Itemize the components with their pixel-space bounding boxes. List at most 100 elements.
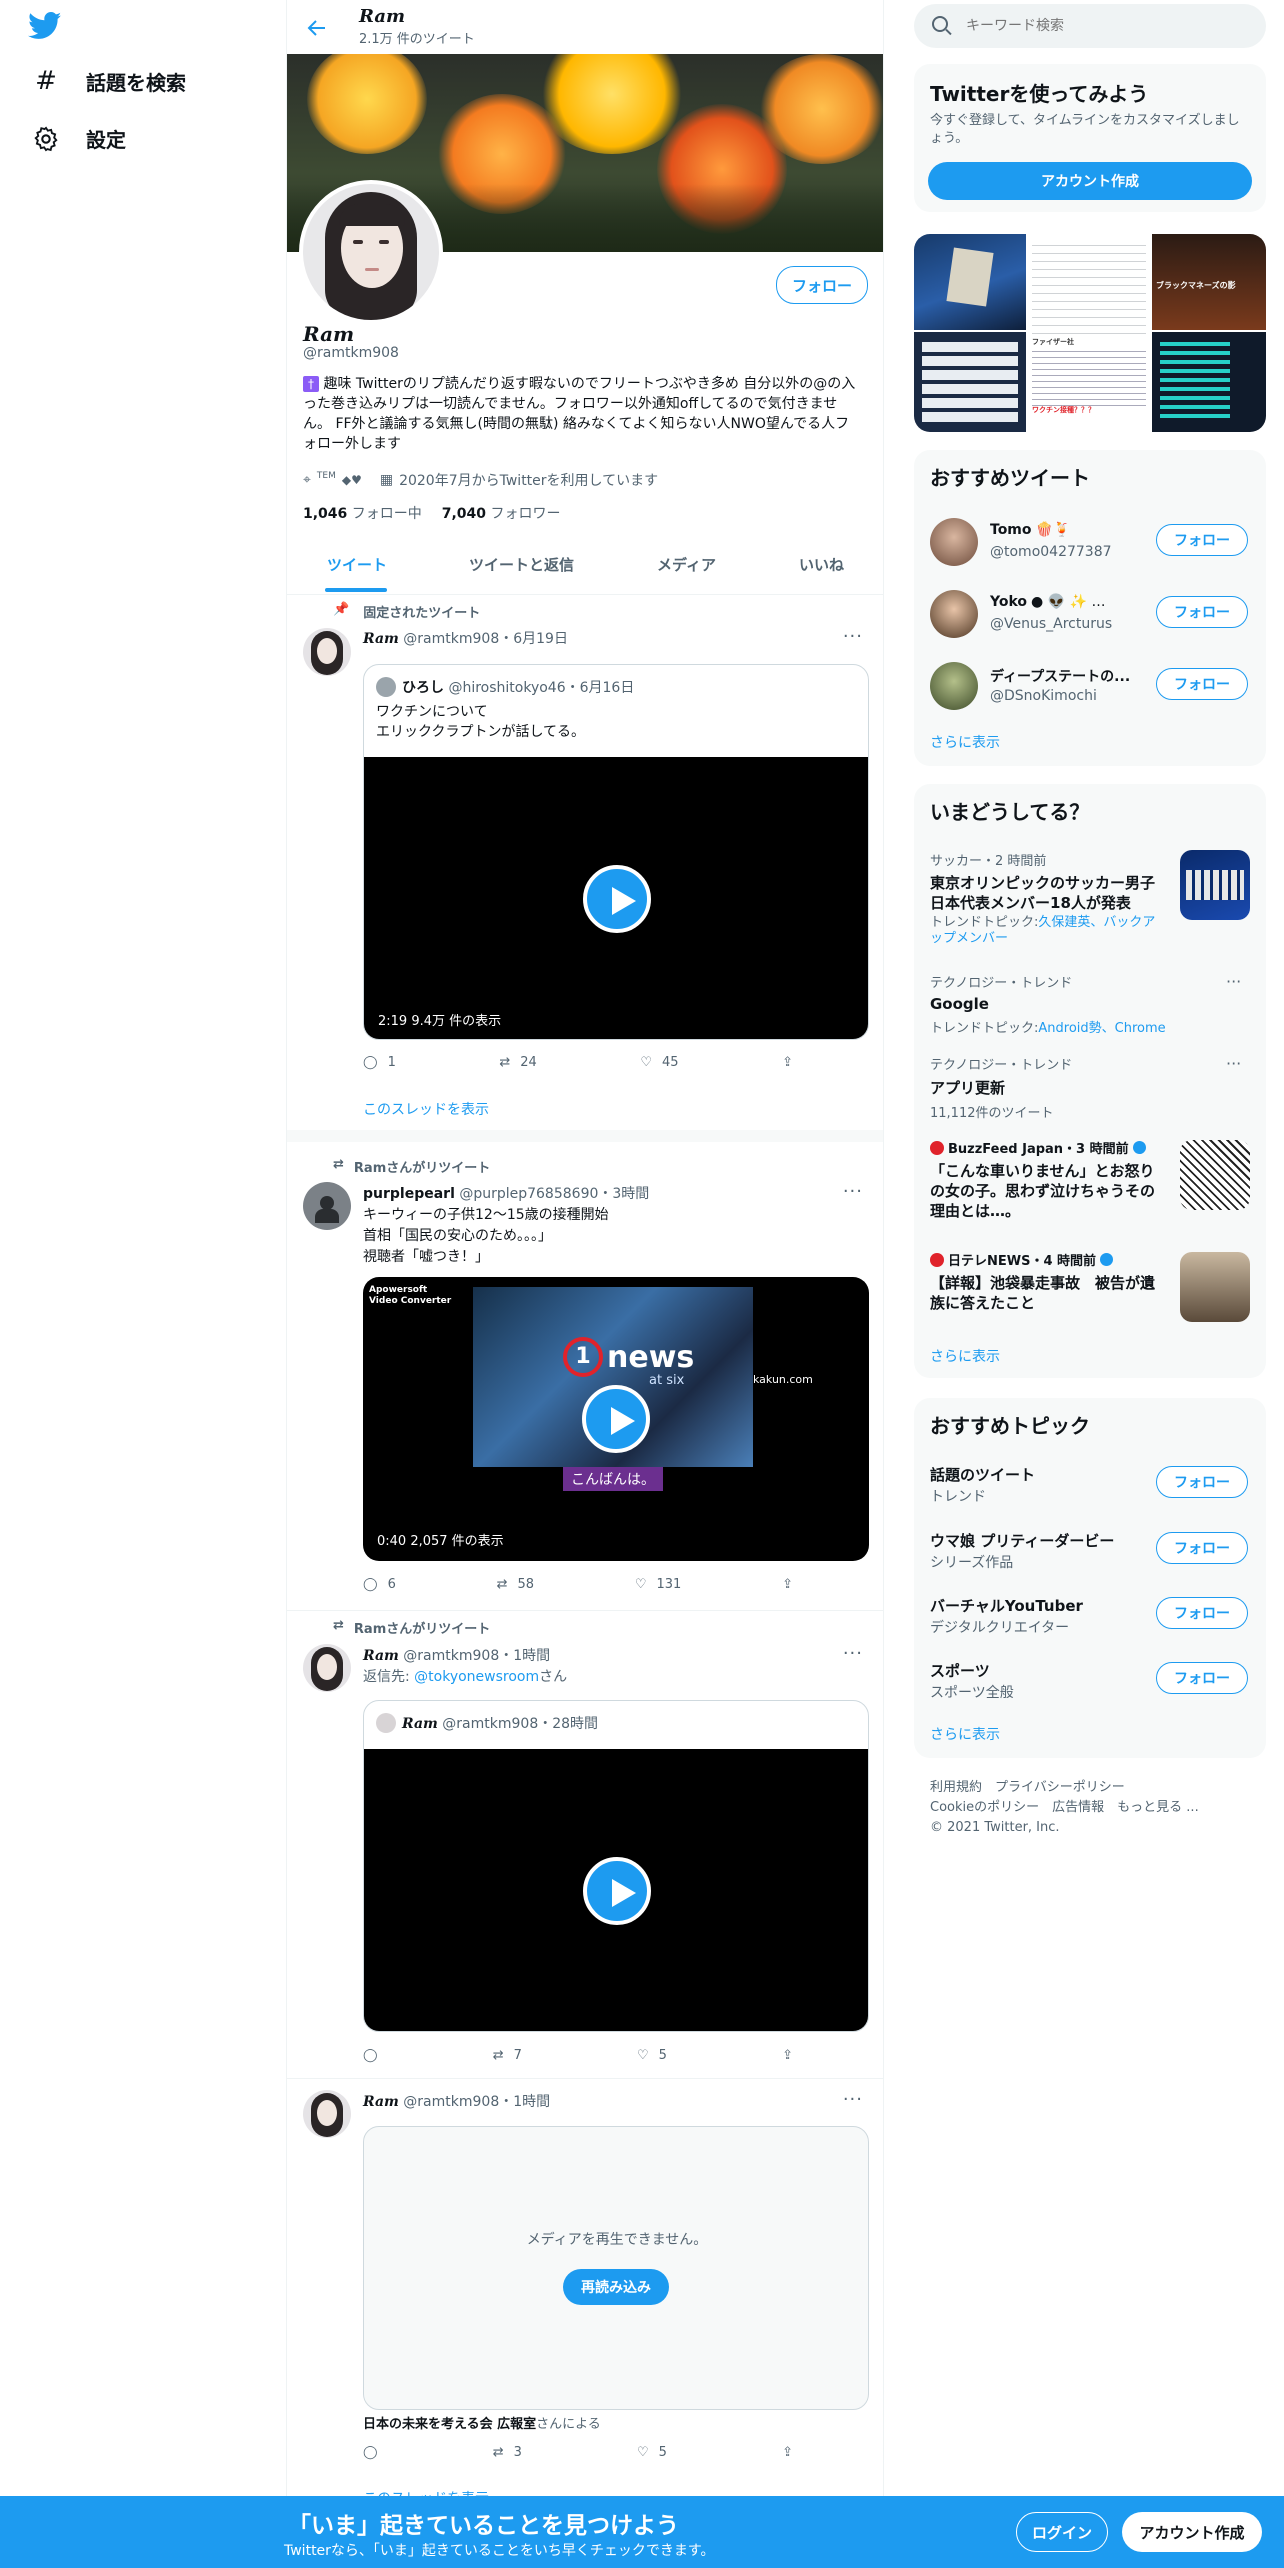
user-follow-button[interactable]: フォロー (1156, 524, 1248, 556)
login-button[interactable]: ログイン (1016, 2512, 1108, 2552)
more-icon[interactable]: ··· (843, 1181, 863, 1202)
more-icon[interactable]: ··· (1226, 1054, 1241, 1073)
video-player[interactable]: 2:19 9.4万 件の表示 (364, 757, 868, 1039)
topic-follow-button[interactable]: フォロー (1156, 1532, 1248, 1564)
tweet-author[interactable]: Ram (363, 631, 399, 647)
retweet-button[interactable]: ⇄ 7 (493, 2045, 522, 2065)
tab-likes[interactable]: いいね (799, 554, 844, 575)
profile-follow-button[interactable]: フォロー (776, 266, 868, 304)
play-button[interactable] (583, 1857, 651, 1925)
reply-button[interactable]: ◯ (363, 2442, 378, 2462)
footer-privacy[interactable]: プライバシーポリシー (995, 1780, 1125, 1795)
reload-button[interactable]: 再読み込み (563, 2269, 669, 2305)
user-row[interactable]: Tomo 🍿🍹 @tomo04277387 フォロー (914, 506, 1266, 578)
tweet-avatar[interactable] (303, 628, 351, 676)
reply-button[interactable]: ◯ (363, 2045, 378, 2065)
tab-replies[interactable]: ツイートと返信 (469, 554, 574, 575)
nav-settings[interactable]: 設定 (32, 124, 126, 153)
topic-sub: スポーツ全般 (930, 1685, 1014, 1701)
media-grid[interactable]: ファイザー社 ワクチン接種？？？ ブラックマネーズの影 (914, 234, 1266, 432)
user-row[interactable]: Yoko ● 👽 ✨ … @Venus_Arcturus フォロー (914, 578, 1266, 650)
quote-tweet[interactable]: Ram @ramtkm908・28時間 (363, 1700, 869, 2032)
user-follow-button[interactable]: フォロー (1156, 668, 1248, 700)
more-icon[interactable]: ··· (843, 626, 863, 647)
followers-link[interactable]: 7,040 フォロワー (442, 503, 561, 523)
quote-tweet[interactable]: ひろし @hiroshitokyo46・6月16日 ワクチンについて エリックク… (363, 664, 869, 1040)
back-button[interactable] (299, 10, 335, 46)
calendar-icon: ▦ (379, 472, 394, 488)
like-button[interactable]: ♡ 5 (637, 2442, 667, 2462)
user-row[interactable]: ディープステートの... @DSnoKimochi フォロー (914, 650, 1266, 722)
topic-follow-button[interactable]: フォロー (1156, 1597, 1248, 1629)
retweet-button[interactable]: ⇄ 24 (499, 1052, 536, 1072)
show-more-link[interactable]: さらに表示 (930, 1346, 1000, 1366)
retweet-button[interactable]: ⇄ 3 (493, 2442, 522, 2462)
signup-button-label: アカウント作成 (1041, 174, 1139, 190)
search-input[interactable] (966, 14, 1246, 38)
tweet-text-3: 視聴者「嘘つき！」 (363, 1249, 489, 1265)
like-button[interactable]: ♡ 45 (640, 1052, 678, 1072)
trend-item[interactable]: 日テレNEWS・4 時間前 【詳報】池袋暴走事故 被告が遺族に答えたこと (930, 1250, 1250, 1322)
tweet-author[interactable]: Ram (363, 2094, 399, 2110)
like-count: 131 (656, 1576, 682, 1592)
reply-button[interactable]: ◯ 6 (363, 1574, 396, 1594)
reply-to-handle[interactable]: @tokyonewsroom (414, 1669, 539, 1685)
footer-terms[interactable]: 利用規約 (930, 1780, 982, 1795)
attribution-source[interactable]: 日本の未来を考える会 広報室 (363, 2417, 536, 2432)
more-icon[interactable]: ··· (1226, 972, 1241, 991)
topic-row[interactable]: ウマ娘 プリティーダービー シリーズ作品 フォロー (914, 1522, 1266, 1586)
show-thread-link[interactable]: このスレッドを表示 (363, 1099, 489, 1119)
heart-icon: ♡ (640, 1054, 653, 1070)
tweet-avatar[interactable] (303, 1182, 351, 1230)
footer-ads[interactable]: 広告情報 (1052, 1800, 1104, 1815)
topic-row[interactable]: スポーツ スポーツ全般 フォロー (914, 1652, 1266, 1716)
heart-icon: ♡ (637, 2047, 649, 2063)
search-box[interactable] (914, 4, 1266, 48)
reply-button[interactable]: ◯ 1 (363, 1052, 396, 1072)
trend-links[interactable]: Android勢、Chrome (1038, 1021, 1165, 1036)
share-button[interactable]: ⇪ (782, 1574, 793, 1594)
more-icon[interactable]: ··· (843, 2089, 863, 2110)
user-follow-button[interactable]: フォロー (1156, 596, 1248, 628)
trend-item[interactable]: サッカー・2 時間前 東京オリンピックのサッカー男子日本代表メンバー18人が発表… (930, 850, 1250, 950)
share-button[interactable]: ⇪ (782, 2442, 793, 2462)
twitter-logo[interactable] (28, 12, 64, 42)
more-icon[interactable]: ··· (843, 1643, 863, 1664)
trend-sub: トレンドトピック: (930, 1021, 1039, 1036)
show-more-link[interactable]: さらに表示 (930, 732, 1000, 752)
trend-title: 東京オリンピックのサッカー男子日本代表メンバー18人が発表 (930, 874, 1156, 912)
topic-row[interactable]: 話題のツイート トレンド フォロー (914, 1456, 1266, 1520)
topic-row[interactable]: バーチャルYouTuber デジタルクリエイター フォロー (914, 1587, 1266, 1651)
profile-avatar[interactable] (299, 180, 443, 324)
retweet-button[interactable]: ⇄ 58 (497, 1574, 534, 1594)
tweet-author[interactable]: Ram (363, 1648, 399, 1664)
like-button[interactable]: ♡ 5 (637, 2045, 667, 2065)
trend-item[interactable]: テクノロジー・トレンド Google トレンドトピック:Android勢、Chr… (930, 972, 1250, 1036)
video-player[interactable] (364, 1749, 868, 2031)
trend-item[interactable]: テクノロジー・トレンド アプリ更新 11,112件のツイート ··· (930, 1054, 1250, 1121)
trend-item[interactable]: BuzzFeed Japan・3 時間前 「こんな車いりません」とお怒りの女の子… (930, 1138, 1250, 1228)
like-button[interactable]: ♡ 131 (635, 1574, 681, 1594)
share-button[interactable]: ⇪ (782, 2045, 793, 2065)
tweet-author[interactable]: purplepearl (363, 1186, 455, 1202)
topic-follow-button[interactable]: フォロー (1156, 1662, 1248, 1694)
following-link[interactable]: 1,046 フォロー中 (303, 503, 422, 523)
profile-bio-text: 趣味 Twitterのリプ読んだり返す暇ないのでフリートつぶやき多め 自分以外の… (303, 376, 856, 452)
play-button[interactable] (582, 1385, 650, 1453)
signup-button[interactable]: アカウント作成 (928, 162, 1252, 200)
footer-cookies[interactable]: Cookieのポリシー (930, 1800, 1039, 1815)
tweet-avatar[interactable] (303, 2090, 351, 2138)
nav-explore[interactable]: # 話題を検索 (32, 66, 186, 96)
tab-tweets[interactable]: ツイート (327, 554, 387, 575)
tab-media[interactable]: メディア (657, 554, 716, 575)
share-button[interactable]: ⇪ (782, 1052, 793, 1072)
show-more-link[interactable]: さらに表示 (930, 1724, 1000, 1744)
media-error-card: メディアを再生できません。 再読み込み (363, 2126, 869, 2410)
play-button[interactable] (583, 865, 651, 933)
signup-button[interactable]: アカウント作成 (1122, 2512, 1262, 2552)
tweet-avatar[interactable] (303, 1644, 351, 1692)
topic-follow-button[interactable]: フォロー (1156, 1466, 1248, 1498)
cross-emoji-icon: † (303, 376, 319, 392)
footer-more[interactable]: もっと見る ... (1117, 1800, 1199, 1815)
video-player[interactable]: Apowersoft Video Converter 1 news at six… (363, 1277, 869, 1561)
